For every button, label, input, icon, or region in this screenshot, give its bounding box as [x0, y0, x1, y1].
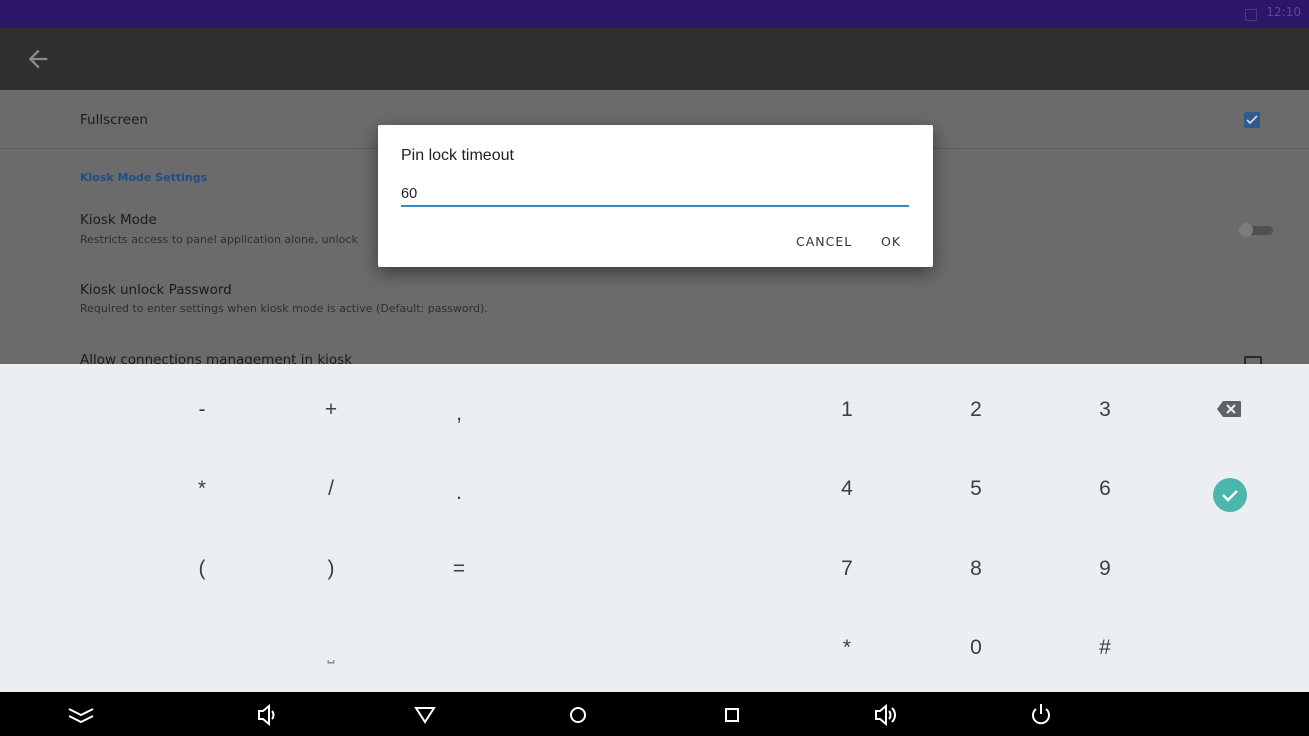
key-8[interactable]: 8 — [916, 539, 1036, 599]
navigation-bar — [0, 692, 1309, 736]
key-star[interactable]: * — [787, 618, 907, 678]
check-icon — [1246, 115, 1258, 125]
key-7[interactable]: 7 — [787, 539, 907, 599]
key-6[interactable]: 6 — [1045, 459, 1165, 519]
cancel-button[interactable]: CANCEL — [796, 234, 852, 249]
recents-icon[interactable] — [717, 700, 747, 730]
kiosk-mode-summary: Restricts access to panel application al… — [80, 233, 358, 246]
key-5[interactable]: 5 — [916, 459, 1036, 519]
collapse-keyboard-icon[interactable] — [66, 700, 96, 730]
key-space[interactable]: ⎵ — [271, 623, 391, 683]
kiosk-password-title: Kiosk unlock Password — [80, 282, 232, 298]
key-slash[interactable]: / — [271, 459, 391, 519]
key-equals[interactable]: = — [399, 539, 519, 599]
key-3[interactable]: 3 — [1045, 380, 1165, 440]
key-close-paren[interactable]: ) — [271, 539, 391, 599]
key-comma[interactable]: , — [399, 384, 519, 444]
key-period[interactable]: . — [399, 463, 519, 523]
key-9[interactable]: 9 — [1045, 539, 1165, 599]
kiosk-mode-toggle[interactable] — [1239, 223, 1275, 237]
key-2[interactable]: 2 — [916, 380, 1036, 440]
dialog-title: Pin lock timeout — [401, 147, 514, 164]
key-minus[interactable]: - — [142, 380, 262, 440]
kiosk-password-summary: Required to enter settings when kiosk mo… — [80, 302, 488, 315]
key-4[interactable]: 4 — [787, 459, 907, 519]
ok-button[interactable]: OK — [881, 234, 901, 249]
volume-down-icon[interactable] — [252, 700, 282, 730]
key-1[interactable]: 1 — [787, 380, 907, 440]
status-time: 12:10 — [1266, 5, 1301, 19]
back-arrow-icon[interactable] — [24, 45, 52, 73]
enter-key[interactable] — [1213, 478, 1247, 512]
status-bar — [0, 0, 1309, 28]
app-bar — [0, 28, 1309, 90]
fullscreen-checkbox[interactable] — [1244, 112, 1260, 128]
key-open-paren[interactable]: ( — [142, 539, 262, 599]
key-asterisk[interactable]: * — [142, 459, 262, 519]
key-0[interactable]: 0 — [916, 618, 1036, 678]
key-hash[interactable]: # — [1045, 618, 1165, 678]
volume-up-icon[interactable] — [871, 700, 901, 730]
timeout-input[interactable] — [401, 183, 909, 207]
fullscreen-title: Fullscreen — [80, 112, 148, 128]
power-icon[interactable] — [1026, 700, 1056, 730]
check-icon — [1222, 490, 1238, 502]
notification-icon — [1245, 9, 1257, 21]
key-plus[interactable]: + — [271, 380, 391, 440]
kiosk-mode-title: Kiosk Mode — [80, 212, 157, 228]
back-icon[interactable] — [410, 700, 440, 730]
pin-timeout-dialog: Pin lock timeout CANCEL OK — [378, 125, 933, 267]
section-header: Kiosk Mode Settings — [80, 171, 208, 184]
home-icon[interactable] — [563, 700, 593, 730]
backspace-icon[interactable] — [1216, 400, 1242, 418]
